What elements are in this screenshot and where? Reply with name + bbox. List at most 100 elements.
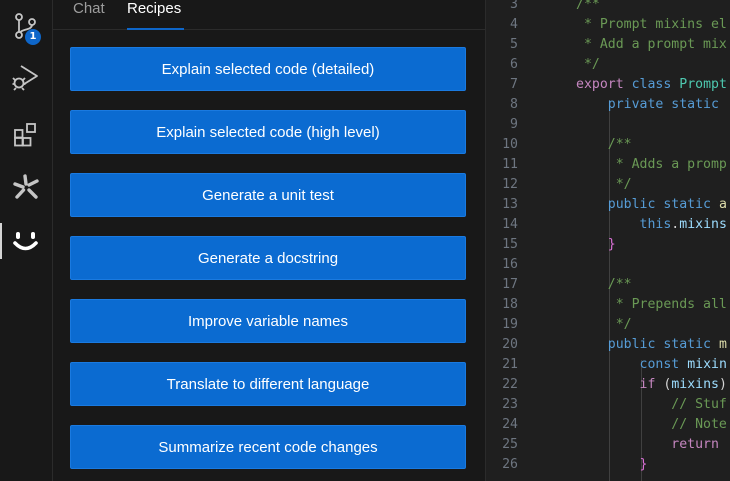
- code-line: */: [576, 315, 632, 335]
- code-token: private: [607, 97, 664, 112]
- run-debug-button[interactable]: [0, 55, 52, 99]
- code-token: this: [639, 217, 672, 232]
- line-number: 17: [502, 277, 518, 292]
- tab-chat[interactable]: Chat: [73, 0, 107, 28]
- code-line: return: [576, 435, 719, 455]
- code-line: /**: [576, 0, 600, 15]
- code-line: */: [576, 55, 600, 75]
- code-line: * Add a prompt mix: [576, 35, 727, 55]
- line-number-gutter: 3 4 5 6 7 8 9 10 11 12 13 14 15 16 17 18 19 20 21 22 23 24 25 2…: [486, 0, 532, 481]
- line-number: 22: [502, 377, 518, 392]
- summarize-changes-button[interactable]: Summarize recent code changes: [70, 425, 466, 469]
- line-number: 9: [510, 117, 518, 132]
- code-token: * Adds a promp: [607, 157, 727, 172]
- code-line: this.mixins: [576, 215, 727, 235]
- line-number: 7: [510, 77, 518, 92]
- code-token: m: [718, 337, 727, 352]
- run-debug-icon: [12, 65, 38, 91]
- line-number: 5: [510, 37, 518, 52]
- line-number: 26: [502, 457, 518, 472]
- line-number: 19: [502, 317, 518, 332]
- source-control-button[interactable]: 1: [0, 4, 52, 48]
- smiley-extension-button[interactable]: [0, 219, 52, 263]
- code-line: }: [576, 235, 616, 255]
- line-number: 8: [510, 97, 518, 112]
- translate-language-button[interactable]: Translate to different language: [70, 362, 466, 406]
- code-line: export class Prompt: [576, 75, 727, 95]
- code-token: public: [607, 197, 656, 212]
- tab-recipes[interactable]: Recipes: [127, 0, 184, 30]
- code-token: a: [718, 197, 727, 212]
- code-token: */: [607, 317, 632, 332]
- line-number: 14: [502, 217, 518, 232]
- cody-button[interactable]: [0, 165, 52, 209]
- source-control-badge: 1: [25, 29, 41, 45]
- code-line: private static: [576, 95, 719, 115]
- code-token: */: [576, 57, 600, 72]
- code-token: // Stuf: [671, 397, 727, 412]
- code-token: * Add a prompt mix: [576, 37, 727, 52]
- code-line: /**: [576, 135, 632, 155]
- code-line: * Prepends all: [576, 295, 727, 315]
- explain-high-level-button[interactable]: Explain selected code (high level): [70, 110, 466, 154]
- code-token: /**: [576, 0, 600, 12]
- line-number: 25: [502, 437, 518, 452]
- line-number: 6: [510, 57, 518, 72]
- improve-variable-names-button[interactable]: Improve variable names: [70, 299, 466, 343]
- code-area[interactable]: /** * Prompt mixins el * Add a prompt mi…: [576, 0, 730, 481]
- panel-tabs: Chat Recipes: [53, 0, 485, 30]
- code-token: /**: [607, 137, 632, 152]
- line-number: 4: [510, 17, 518, 32]
- code-token: Prompt: [679, 77, 727, 92]
- code-line: /**: [576, 275, 632, 295]
- code-token: public: [607, 337, 656, 352]
- code-token: export: [576, 77, 624, 92]
- code-line: // Note: [576, 415, 727, 435]
- code-token: return: [671, 437, 719, 452]
- code-line: * Adds a promp: [576, 155, 727, 175]
- code-token: }: [607, 237, 616, 252]
- line-number: 18: [502, 297, 518, 312]
- extensions-button[interactable]: [0, 112, 52, 156]
- code-token: // Note: [671, 417, 727, 432]
- code-line: }: [576, 455, 648, 475]
- code-line: // Stuf: [576, 395, 727, 415]
- code-token: }: [639, 457, 648, 472]
- code-line: * Prompt mixins el: [576, 15, 727, 35]
- generate-docstring-button[interactable]: Generate a docstring: [70, 236, 466, 280]
- code-line: public static a: [576, 195, 727, 215]
- code-line: if (mixins): [576, 375, 727, 395]
- recipes-panel: Chat Recipes Explain selected code (deta…: [53, 0, 486, 481]
- explain-detailed-button[interactable]: Explain selected code (detailed): [70, 47, 466, 91]
- code-token: static: [663, 197, 711, 212]
- line-number: 24: [502, 417, 518, 432]
- code-token: * Prompt mixins el: [576, 17, 727, 32]
- code-token: (: [655, 377, 672, 392]
- generate-unit-test-button[interactable]: Generate a unit test: [70, 173, 466, 217]
- code-token: if: [639, 377, 656, 392]
- line-number: 13: [502, 197, 518, 212]
- code-token: static: [663, 337, 711, 352]
- code-token: mixins: [671, 377, 719, 392]
- code-editor[interactable]: 3 4 5 6 7 8 9 10 11 12 13 14 15 16 17 18 19 20 21 22 23 24 25 2…: [486, 0, 730, 481]
- code-token: class: [631, 77, 672, 92]
- code-line: public static m: [576, 335, 727, 355]
- extensions-icon: [14, 123, 36, 147]
- line-number: 10: [502, 137, 518, 152]
- line-number: 20: [502, 337, 518, 352]
